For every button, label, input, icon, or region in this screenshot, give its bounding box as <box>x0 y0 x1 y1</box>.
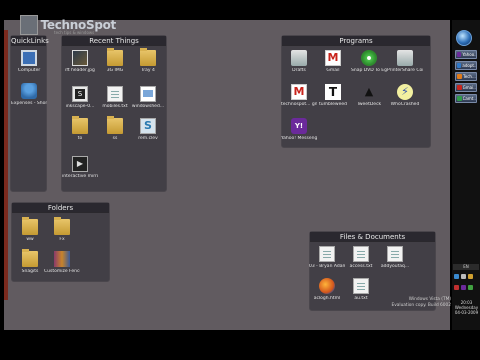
video-icon <box>72 156 88 172</box>
desktop-icon-technospot-gmail[interactable]: technospot... gmail <box>281 84 317 107</box>
winrar-icon <box>54 251 70 267</box>
clock-date: 04-03-2009 <box>454 310 479 315</box>
fence-title[interactable]: Folders <box>12 203 109 213</box>
desktop-icon-dvd-converter[interactable]: Snap DVD To Egg Converter <box>351 50 387 73</box>
system-clock[interactable]: 20:03 Wednesday 04-03-2009 <box>453 300 480 315</box>
desktop-icon-tray4[interactable]: Tray 4 <box>135 48 161 73</box>
desktop-icon-computer[interactable]: Computer <box>16 50 42 73</box>
desktop-icon-inkscape[interactable]: inkscape-0... <box>66 86 94 109</box>
fence-title[interactable]: Files & Documents <box>310 232 435 242</box>
desktop-icon-fx[interactable]: Fx <box>49 217 75 242</box>
fence-title[interactable]: Programs <box>282 36 430 46</box>
folder-icon <box>22 249 38 267</box>
fence-folders[interactable]: Folders ww Fx Snagits Customize Fences <box>11 202 110 282</box>
taskbar-button[interactable]: adopt... <box>455 61 477 70</box>
desktop-icon-mobiles[interactable]: mobiles.txt <box>102 86 128 109</box>
desktop-icon-yahoo-messenger[interactable]: Yahoo! Messenger <box>281 118 317 141</box>
desktop-icon-tumbleweed[interactable]: tumbleweed <box>319 84 347 107</box>
language-indicator[interactable]: EN <box>453 264 479 270</box>
desktop-icon-drafts[interactable]: Drafts <box>286 50 312 73</box>
folder-icon <box>22 217 38 235</box>
desktop-icon-ift-header[interactable]: ift header.jpg <box>65 50 95 73</box>
people-icon <box>21 83 37 99</box>
document-icon <box>319 246 335 262</box>
desktop-icon-expenses[interactable]: Expenses - Shortcut <box>11 83 47 106</box>
bitmap-icon <box>140 86 156 102</box>
screen: TechnoSpot tech tips & windows QuickLink… <box>0 0 480 360</box>
start-orb-icon[interactable] <box>456 30 472 46</box>
desktop-icon-snagits[interactable]: Snagits <box>17 249 43 274</box>
desktop-icon-aclogh[interactable]: aclogh.html <box>314 278 340 301</box>
left-edge-strip <box>4 30 8 300</box>
windows-watermark: Windows Vista (TM) Evaluation copy. Buil… <box>391 297 451 308</box>
desktop-icon-ss[interactable]: ss <box>102 116 128 141</box>
desktop-icon-3g-img[interactable]: 3G IMG <box>102 48 128 73</box>
yahoo-icon <box>457 52 462 57</box>
desktop-icon-customize-fences[interactable]: Customize Fences <box>44 251 80 274</box>
desktop-icon-access[interactable]: access.txt <box>348 246 374 269</box>
antivirus-icon[interactable] <box>454 285 459 290</box>
document-icon <box>387 246 403 262</box>
gmail-icon <box>325 50 341 66</box>
fence-recent-things[interactable]: Recent Things ift header.jpg 3G IMG Tray… <box>61 35 167 192</box>
t-icon <box>325 84 341 100</box>
bird-icon <box>361 84 377 100</box>
desktop-icon-ww[interactable]: ww <box>17 217 43 242</box>
folder-icon <box>140 48 156 66</box>
network-icon[interactable] <box>454 274 459 279</box>
technospot-logo: TechnoSpot tech tips & windows <box>20 14 116 36</box>
fence-title[interactable]: QuickLinks <box>11 36 49 46</box>
firefox-icon <box>319 278 335 294</box>
shield-icon[interactable] <box>468 274 473 279</box>
desktop-icon-tweetdeck[interactable]: TweetDeck <box>356 84 382 107</box>
desktop-icon-printershare[interactable]: PrinterShare Console <box>387 50 423 73</box>
fence-programs[interactable]: Programs Drafts Gmail Snap DVD To Egg Co… <box>281 35 431 148</box>
desktop-icon-gmail[interactable]: Gmail <box>320 50 346 73</box>
volume-icon[interactable] <box>461 274 466 279</box>
inkscape-icon <box>72 86 88 102</box>
image-icon <box>72 50 88 66</box>
document-icon <box>353 278 369 294</box>
disc-icon <box>361 50 377 66</box>
gmail-icon <box>291 84 307 100</box>
taskbar-button[interactable]: Tech... <box>455 72 477 81</box>
desktop-icon-au[interactable]: au.txt <box>348 278 374 301</box>
folder-icon <box>54 217 70 235</box>
taskbar-button[interactable]: Camt... <box>455 94 477 103</box>
folder-icon <box>107 48 123 66</box>
printer-icon <box>291 50 307 66</box>
taskbar-button[interactable]: Gmai... <box>455 83 477 92</box>
folder-icon <box>72 116 88 134</box>
app-icon <box>457 63 462 68</box>
folder-icon <box>107 116 123 134</box>
s-icon <box>140 118 156 134</box>
bolt-icon <box>397 84 413 100</box>
printer-icon <box>397 50 413 66</box>
browser-icon <box>457 74 462 79</box>
yahoo-icon <box>291 118 307 134</box>
document-icon <box>353 246 369 262</box>
app-icon <box>457 96 462 101</box>
desktop-icon-bryan-adams[interactable]: 03 - Bryan Adams - R... <box>309 246 345 269</box>
desktop-icon-rem-clev[interactable]: rem.clev <box>135 118 161 141</box>
fence-quicklinks[interactable]: QuickLinks Computer Expenses - Shortcut <box>10 35 49 192</box>
system-tray <box>454 274 478 294</box>
desktop-icon-interactive-mirror[interactable]: interactive mirror.jpg <box>62 156 98 179</box>
logo-mark-icon <box>20 15 38 35</box>
fence-title[interactable]: Recent Things <box>62 36 166 46</box>
desktop-icon-to[interactable]: to <box>67 116 93 141</box>
sync-icon[interactable] <box>468 285 473 290</box>
desktop-icon-whocrashed[interactable]: WhoCrashed <box>391 84 419 107</box>
document-icon <box>107 86 123 102</box>
monitor-icon <box>21 50 37 66</box>
messenger-icon[interactable] <box>461 285 466 290</box>
gmail-icon <box>457 85 462 90</box>
desktop-icon-windowshed[interactable]: windowshed... <box>132 86 164 109</box>
desktop-icon-addyoufaq[interactable]: addyoufaq... <box>381 246 409 269</box>
taskbar-button[interactable]: Yahoo... <box>455 50 477 59</box>
